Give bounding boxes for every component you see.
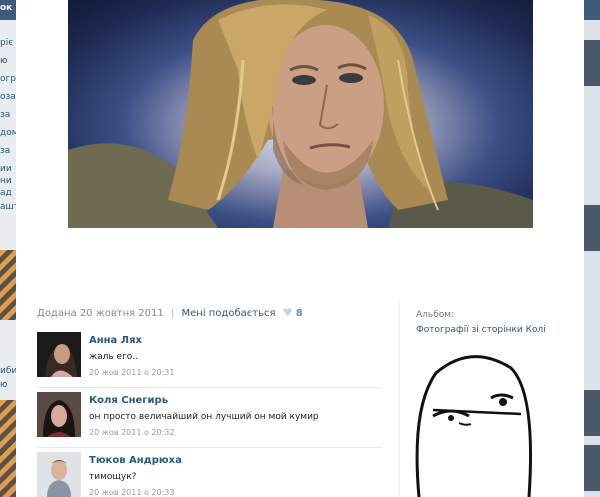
comments-list: Анна Лях жаль его.. 20 жов 2011 о 20:31 …	[37, 328, 382, 497]
background-text: ии	[0, 164, 12, 174]
like-count: 8	[295, 308, 303, 319]
background-thumbnail	[584, 40, 600, 86]
background-text: ріє	[0, 38, 14, 48]
background-text: за	[0, 146, 11, 156]
background-thumbnail	[584, 205, 600, 251]
added-date: Додана 20 жовтня 2011	[37, 308, 164, 319]
comment-text: он просто величайший он лучший он мой ку…	[89, 412, 319, 422]
background-text: ю	[0, 56, 8, 66]
background-text: за	[0, 110, 11, 120]
comment-date[interactable]: 20 жов 2011 о 20:32	[89, 428, 174, 437]
portrait-image	[68, 0, 533, 228]
background-text: иби	[0, 366, 16, 376]
comment-author[interactable]: Анна Лях	[89, 335, 142, 346]
background-text: ад	[0, 188, 12, 198]
avatar[interactable]	[37, 332, 81, 377]
comment-item: Тюков Андрюха тимощук? 20 жов 2011 о 20:…	[37, 448, 382, 497]
comment-text: тимощук?	[89, 472, 137, 482]
background-text: огр	[0, 74, 16, 84]
heart-icon: ♥	[282, 306, 293, 319]
album-info: Альбом: Фотографії зі сторінки Колі	[416, 310, 546, 335]
background-text: ю	[0, 380, 8, 390]
background-text: ашт	[0, 202, 16, 212]
comment-item: Коля Снегирь он просто величайший он луч…	[37, 388, 382, 448]
meme-image	[411, 348, 536, 497]
photo-viewer: Додана 20 жовтня 2011 | Мені подобається…	[16, 0, 584, 497]
background-page-left: ок ріє ю огр оза за дом за ии ни ад ашт …	[0, 0, 16, 497]
comment-item: Анна Лях жаль его.. 20 жов 2011 о 20:31	[37, 328, 382, 388]
background-text: дом	[0, 128, 16, 138]
background-page-right	[584, 0, 600, 497]
like-button[interactable]: Мені подобається ♥ 8	[181, 306, 303, 319]
background-thumbnail	[584, 445, 600, 491]
background-ribbon	[0, 250, 16, 320]
meta-separator: |	[170, 308, 175, 319]
comment-date[interactable]: 20 жов 2011 о 20:31	[89, 368, 174, 377]
background-text: оза	[0, 92, 16, 102]
album-link[interactable]: Фотографії зі сторінки Колі	[416, 325, 546, 335]
comment-author[interactable]: Коля Снегирь	[89, 395, 168, 406]
avatar[interactable]	[37, 392, 81, 437]
main-photo[interactable]	[68, 0, 533, 228]
background-thumbnail	[584, 390, 600, 436]
background-text: ни	[0, 176, 12, 186]
like-label: Мені подобається	[181, 308, 276, 319]
column-divider	[399, 300, 400, 497]
album-label: Альбом:	[416, 310, 455, 320]
background-text: ок	[0, 3, 13, 13]
comment-date[interactable]: 20 жов 2011 о 20:33	[89, 488, 174, 497]
avatar[interactable]	[37, 452, 81, 497]
background-ribbon	[0, 400, 16, 497]
comment-text: жаль его..	[89, 352, 139, 362]
photo-meta: Додана 20 жовтня 2011 | Мені подобається…	[37, 306, 303, 319]
background-header-bar	[584, 0, 600, 20]
comment-author[interactable]: Тюков Андрюха	[89, 455, 182, 466]
